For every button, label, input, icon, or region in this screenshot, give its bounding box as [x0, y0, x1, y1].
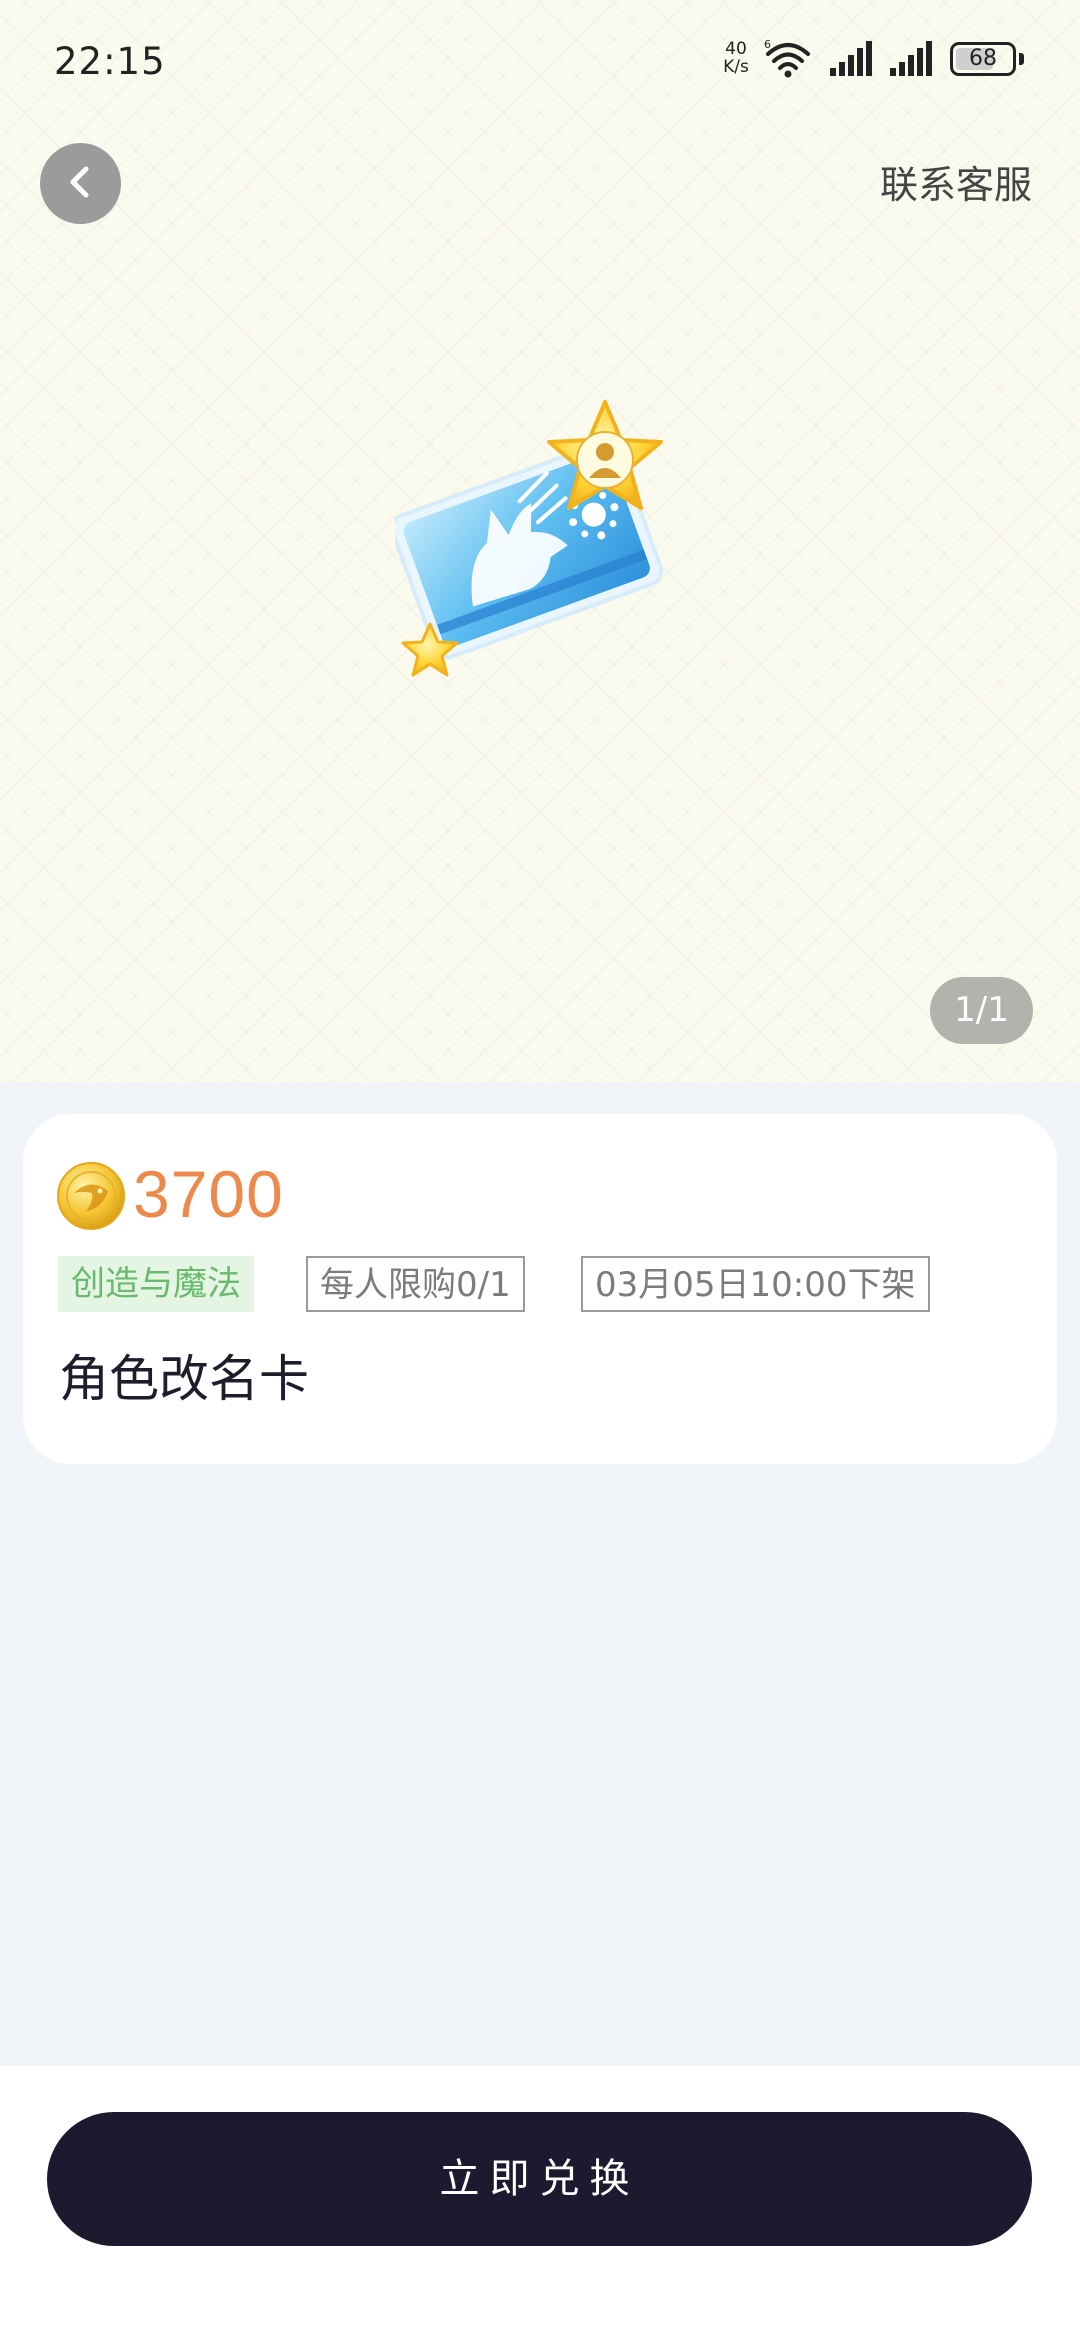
rename-card-icon [390, 390, 685, 690]
bottom-action-bar: 立即兑换 [0, 2066, 1080, 2331]
category-tag: 创造与魔法 [58, 1256, 254, 1312]
battery-level-text: 68 [969, 46, 997, 71]
signal-bars-icon [888, 38, 936, 82]
price-value: 3700 [133, 1157, 284, 1231]
redeem-now-button[interactable]: 立即兑换 [47, 2112, 1032, 2246]
back-button[interactable] [40, 143, 121, 224]
network-speed: 40 K/s [716, 40, 756, 76]
product-info-card: 3700 创造与魔法 每人限购0/1 03月05日10:00下架 角色改名卡 [23, 1114, 1057, 1464]
status-bar: 22:15 40 K/s 6 68 [0, 0, 1080, 110]
network-speed-unit: K/s [723, 57, 749, 77]
signal-bars-icon [828, 38, 876, 82]
battery-tip [1019, 53, 1024, 65]
contact-service-link[interactable]: 联系客服 [880, 154, 1032, 209]
svg-text:6: 6 [764, 38, 771, 51]
product-name: 角色改名卡 [59, 1350, 309, 1408]
battery-icon: 68 [950, 42, 1016, 76]
image-counter: 1/1 [930, 977, 1033, 1044]
gold-coin-icon [56, 1161, 126, 1231]
status-time: 22:15 [54, 40, 166, 83]
network-speed-value: 40 [725, 39, 747, 59]
off-shelf-time-tag: 03月05日10:00下架 [581, 1256, 930, 1312]
wifi-6-icon: 6 [764, 38, 812, 82]
product-gallery[interactable]: 22:15 40 K/s 6 68 联系客服 1/1 [0, 0, 1080, 1082]
purchase-limit-tag: 每人限购0/1 [306, 1256, 525, 1312]
chevron-left-icon [61, 162, 101, 206]
